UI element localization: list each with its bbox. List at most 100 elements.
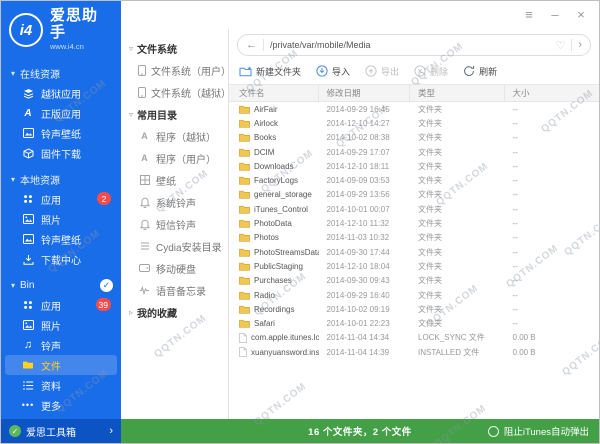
file-list: AirFair2014-09-29 16:45文件夹--Airlock2014-…: [229, 102, 599, 359]
tree-item-sms-ringtones[interactable]: 短信铃声: [121, 213, 228, 235]
table-row[interactable]: PhotoData2014-12-10 11:32文件夹--: [229, 216, 599, 230]
tree-item-voice-memos[interactable]: 语音备忘录: [121, 279, 228, 301]
tree-item-programs-user[interactable]: A程序（用户）: [121, 147, 228, 169]
file-name: Radio: [254, 291, 275, 300]
table-row[interactable]: Radio2014-09-29 16:40文件夹--: [229, 288, 599, 302]
sidebar-section-header[interactable]: ▾在线资源: [1, 63, 121, 83]
sidebar-item-local-apps[interactable]: 应用2: [5, 189, 117, 209]
table-row[interactable]: Recordings2014-10-02 09:19文件夹--: [229, 302, 599, 316]
toolbox-footer-button[interactable]: ✓ 爱思工具箱 ›: [1, 419, 121, 443]
column-header[interactable]: 文件名: [229, 85, 319, 101]
import-button[interactable]: 导入: [316, 65, 350, 78]
file-type-cell: 文件夹: [410, 104, 504, 115]
toolbox-label: 爱思工具箱: [26, 424, 76, 439]
refresh-button[interactable]: 刷新: [463, 65, 497, 78]
file-size-cell: 0.00 B: [505, 333, 599, 342]
file-type-cell: 文件夹: [410, 318, 504, 329]
table-row[interactable]: DCIM2014-09-29 17:07文件夹--: [229, 145, 599, 159]
tree-group-header[interactable]: ▿常用目录: [121, 103, 228, 125]
file-date-cell: 2014-09-29 16:40: [319, 291, 411, 300]
sidebar-item-label: 铃声壁纸: [41, 232, 81, 247]
sidebar-section-header[interactable]: ▾本地资源: [1, 169, 121, 189]
device-icon: [138, 65, 146, 76]
forward-chevron-icon[interactable]: ›: [578, 39, 582, 51]
tree-item-filesystem-jailbreak[interactable]: 文件系统（越狱）: [121, 81, 228, 103]
tree-item-wallpapers[interactable]: 壁纸: [121, 169, 228, 191]
row-folder-icon: [239, 319, 250, 328]
tree-item-programs-jailbreak[interactable]: A程序（越狱）: [121, 125, 228, 147]
table-row[interactable]: xuanyuansword.install..2014-11-04 14:39I…: [229, 345, 599, 359]
sidebar-item-device-photos[interactable]: 照片: [5, 315, 117, 335]
table-row[interactable]: Safari2014-10-01 22:23文件夹--: [229, 316, 599, 330]
file-name: FactoryLogs: [254, 176, 298, 185]
file-type-cell: LOCK_SYNC 文件: [410, 332, 504, 343]
sidebar-item-online-jailbreak-apps[interactable]: 越狱应用: [5, 83, 117, 103]
sidebar-item-label: 照片: [41, 318, 61, 333]
divider: [571, 39, 572, 51]
sidebar-item-local-ringtone-wallpaper[interactable]: 铃声壁纸: [5, 229, 117, 249]
sidebar-item-online-firmware-download[interactable]: 固件下载: [5, 143, 117, 163]
table-row[interactable]: com.apple.itunes.lock..2014-11-04 14:34L…: [229, 331, 599, 345]
sidebar-section-header[interactable]: ▾Bin✓: [1, 275, 121, 295]
sidebar-item-device-more[interactable]: •••更多: [5, 395, 117, 415]
sidebar-item-device-files[interactable]: 文件: [5, 355, 117, 375]
file-type-cell: 文件夹: [410, 189, 504, 200]
sidebar-item-local-download-center[interactable]: 下载中心: [5, 249, 117, 269]
table-row[interactable]: iTunes_Control2014-10-01 00:07文件夹--: [229, 202, 599, 216]
tree-item-system-ringtones[interactable]: 系统铃声: [121, 191, 228, 213]
tree-item-cydia-install-dir[interactable]: Cydia安装目录: [121, 235, 228, 257]
minimize-button[interactable]: –: [545, 5, 565, 23]
table-row[interactable]: Purchases2014-09-30 09:43文件夹--: [229, 274, 599, 288]
file-type-cell: 文件夹: [410, 175, 504, 186]
table-row[interactable]: FactoryLogs2014-09-09 03:53文件夹--: [229, 173, 599, 187]
table-row[interactable]: Airlock2014-12-10 14:27文件夹--: [229, 116, 599, 130]
file-size-cell: --: [505, 119, 599, 128]
file-date-cell: 2014-09-09 03:53: [319, 176, 411, 185]
table-row[interactable]: Photos2014-11-03 10:32文件夹--: [229, 231, 599, 245]
sidebar-item-device-ringtones[interactable]: ♫铃声: [5, 335, 117, 355]
column-header[interactable]: 类型: [410, 85, 504, 101]
delete-button: 删除: [414, 65, 448, 78]
tree-item-label: 文件系统（用户）: [151, 63, 229, 78]
block-itunes-toggle[interactable]: 阻止iTunes自动弹出: [488, 419, 589, 443]
table-row[interactable]: Books2014-10-02 08:38文件夹--: [229, 131, 599, 145]
tree-item-filesystem-user[interactable]: 文件系统（用户）: [121, 59, 228, 81]
tree-group-header[interactable]: ▿文件系统: [121, 37, 228, 59]
bell-icon: [138, 219, 151, 230]
table-row[interactable]: AirFair2014-09-29 16:45文件夹--: [229, 102, 599, 116]
sidebar-item-device-data[interactable]: 资料: [5, 375, 117, 395]
column-header[interactable]: 大小: [505, 85, 599, 101]
sidebar-item-local-photos[interactable]: 照片: [5, 209, 117, 229]
photos-icon: [21, 214, 35, 224]
column-header[interactable]: 修改日期: [319, 85, 411, 101]
sidebar-item-online-ringtone-wallpaper[interactable]: 铃声壁纸: [5, 123, 117, 143]
file-name-cell: Photos: [229, 233, 319, 242]
tree-item-portable-disk[interactable]: 移动硬盘: [121, 257, 228, 279]
file-size-cell: --: [505, 262, 599, 271]
tree-item-label: 短信铃声: [156, 217, 196, 232]
address-bar[interactable]: ← /private/var/mobile/Media ♡ ›: [237, 34, 591, 56]
menu-button[interactable]: ≡: [519, 5, 539, 23]
table-row[interactable]: general_storage2014-09-29 13:56文件夹--: [229, 188, 599, 202]
close-button[interactable]: ×: [571, 5, 591, 23]
file-name-cell: Recordings: [229, 305, 319, 314]
tree-item-label: 文件系统（越狱）: [151, 85, 229, 100]
file-type-cell: 文件夹: [410, 290, 504, 301]
table-row[interactable]: Downloads2014-12-10 18:11文件夹--: [229, 159, 599, 173]
sidebar-item-device-apps[interactable]: 应用39: [5, 295, 117, 315]
new-folder-button[interactable]: 新建文件夹: [239, 65, 301, 78]
file-name-cell: FactoryLogs: [229, 176, 319, 185]
tree-group-header[interactable]: ▹我的收藏: [121, 301, 228, 323]
table-row[interactable]: PhotoStreamsData2014-09-30 17:44文件夹--: [229, 245, 599, 259]
file-type-cell: 文件夹: [410, 232, 504, 243]
notification-badge: 2: [97, 192, 111, 205]
table-row[interactable]: PublicStaging2014-12-10 18:04文件夹--: [229, 259, 599, 273]
sidebar-item-online-genuine-apps[interactable]: A正版应用: [5, 103, 117, 123]
row-folder-icon: [239, 276, 250, 285]
sidebar-item-label: 资料: [41, 378, 61, 393]
file-name-cell: Radio: [229, 291, 319, 300]
favorite-heart-icon[interactable]: ♡: [555, 39, 565, 52]
import-icon: [316, 65, 328, 77]
back-icon[interactable]: ←: [246, 39, 257, 51]
file-date-cell: 2014-12-10 11:32: [319, 219, 411, 228]
